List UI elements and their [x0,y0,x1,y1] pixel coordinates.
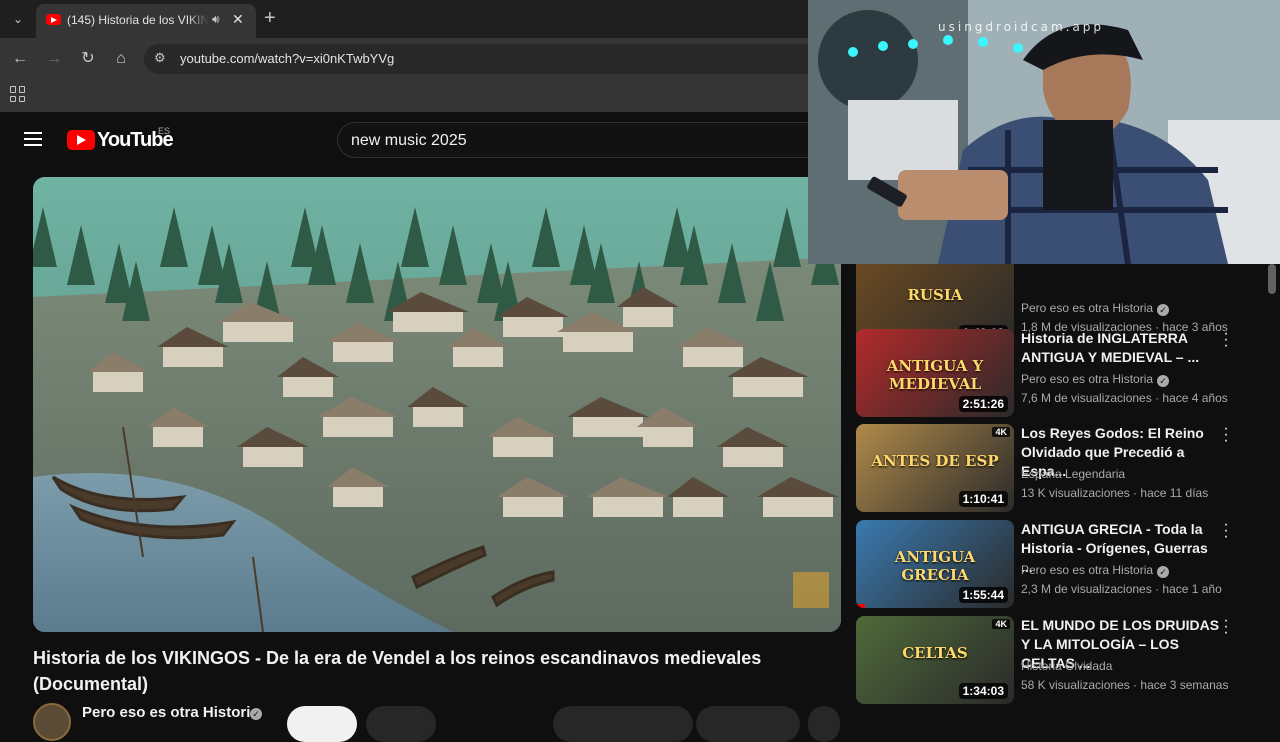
new-tab-button[interactable]: + [264,7,276,29]
verified-check-icon: ✓ [1157,375,1170,387]
site-info-icon[interactable]: ⚙ [154,50,166,66]
recommendation-channel[interactable]: Pero eso es otra Historia ✓ [1021,563,1170,578]
verified-check-icon: ✓ [1157,304,1170,316]
video-thumbnail[interactable]: ANTIGUA Y MEDIEVAL 2:51:26 [856,329,1014,417]
recommendation-meta: 2,3 M de visualizaciones · hace 1 año [1021,582,1222,596]
search-input[interactable]: new music 2025 [337,122,817,158]
like-dislike-button[interactable] [553,706,693,742]
browser-tab-strip: ⌄ (145) Historia de los VIKINGOS 🔊︎ ✕ + [0,0,808,38]
recommendation-channel[interactable]: Historia Olvidada [1021,659,1112,673]
recommendation-meta: 58 K visualizaciones · hace 3 semanas [1021,678,1229,692]
tab-audio-icon[interactable]: 🔊︎ [212,12,220,27]
recommendation-channel-name[interactable]: Pero eso es otra Historia [1021,563,1153,577]
4k-badge: 4K [992,427,1010,437]
video-duration: 1:10:41 [958,491,1008,507]
recommendations-sidebar: RUSIA 1:49:02 Pero eso es otra Historia✓… [841,258,1280,720]
apps-grid-icon[interactable] [10,86,26,102]
recommendation-meta: 13 K visualizaciones · hace 11 días [1021,486,1209,500]
recommendation-channel-name[interactable]: España Legendaria [1021,467,1125,481]
thumbnail-caption: ANTES DE ESP [871,452,999,470]
recommendation-channel-name[interactable]: Historia Olvidada [1021,659,1112,673]
reload-icon[interactable]: ↻ [77,48,99,70]
tab-list-chevron-icon[interactable]: ⌄ [6,8,30,30]
recommendation-channel[interactable]: Pero eso es otra Historia ✓ [1021,301,1170,316]
home-icon[interactable]: ⌂ [110,48,132,70]
watch-progress-bar [856,604,866,608]
address-bar[interactable]: ⚙ youtube.com/watch?v=xi0nKTwbYVg [144,44,824,74]
video-frame-illustration [33,177,841,632]
recommendation-item[interactable]: ANTIGUA GRECIA 1:55:44 ANTIGUA GRECIA - … [856,517,1276,610]
back-arrow-icon[interactable]: ← [9,48,31,70]
thumbnail-caption: ANTIGUA Y MEDIEVAL [886,357,984,393]
hamburger-menu-icon[interactable] [24,132,42,146]
recommendation-item[interactable]: CELTAS 4K 1:34:03 EL MUNDO DE LOS DRUIDA… [856,613,1276,706]
join-button[interactable] [287,706,357,742]
video-thumbnail[interactable]: ANTIGUA GRECIA 1:55:44 [856,520,1014,608]
video-thumbnail[interactable]: CELTAS 4K 1:34:03 [856,616,1014,704]
webcam-person-image [808,0,1280,264]
more-options-icon[interactable]: · · · [1221,613,1231,641]
recommendation-meta: 7,6 M de visualizaciones · hace 4 años [1021,391,1228,405]
video-player[interactable] [33,177,841,632]
video-title: Historia de los VIKINGOS - De la era de … [33,648,762,694]
4k-badge: 4K [992,619,1010,629]
video-thumbnail[interactable]: ANTES DE ESP 4K 1:10:41 [856,424,1014,512]
youtube-logo-icon[interactable] [67,130,95,150]
youtube-favicon-icon [46,14,61,25]
channel-name-link[interactable]: Pero eso es otra Historia [82,704,259,721]
verified-check-icon: ✓ [250,708,262,720]
sidebar-scrollbar[interactable] [1268,264,1276,294]
thumbnail-caption: CELTAS [902,644,968,662]
thumbnail-caption: RUSIA [907,286,963,304]
video-duration: 1:34:03 [958,683,1008,699]
search-query-text[interactable]: new music 2025 [351,132,467,150]
browser-toolbar: ← → ↻ ⌂ ⚙ youtube.com/watch?v=xi0nKTwbYV… [0,38,824,80]
verified-check-icon: ✓ [1157,566,1170,578]
url-text[interactable]: youtube.com/watch?v=xi0nKTwbYVg [180,51,394,66]
recommendation-item[interactable]: ANTES DE ESP 4K 1:10:41 Los Reyes Godos:… [856,421,1276,514]
webcam-watermark: usingdroidcam.app [938,20,1105,34]
recommendation-channel[interactable]: Pero eso es otra Historia ✓ [1021,372,1170,387]
webcam-overlay: usingdroidcam.app [808,0,1280,264]
share-button[interactable] [696,706,800,742]
recommendation-title[interactable]: Historia de INGLATERRA ANTIGUA Y MEDIEVA… [1021,329,1221,367]
region-code: ES [158,126,171,136]
more-options-icon[interactable]: · · · [1221,326,1231,354]
video-duration: 2:51:26 [958,396,1008,412]
more-actions-button[interactable] [808,706,840,742]
browser-tab[interactable]: (145) Historia de los VIKINGOS 🔊︎ ✕ [36,4,256,38]
bookmarks-bar [0,80,808,112]
tab-title: (145) Historia de los VIKINGOS [67,13,209,27]
recommendation-channel-name[interactable]: Pero eso es otra Historia [1021,372,1153,386]
recommendation-channel-name[interactable]: Pero eso es otra Historia [1021,301,1153,315]
more-options-icon[interactable]: · · · [1221,517,1231,545]
thumbnail-caption: ANTIGUA GRECIA [894,548,976,584]
channel-avatar[interactable] [33,703,71,741]
recommendation-channel[interactable]: España Legendaria [1021,467,1125,481]
video-duration: 1:55:44 [958,587,1008,603]
forward-arrow-icon[interactable]: → [43,48,65,70]
subscribe-button[interactable] [366,706,436,742]
recommendation-item[interactable]: ANTIGUA Y MEDIEVAL 2:51:26 Historia de I… [856,326,1276,419]
youtube-header: YouTube ES new music 2025 [0,112,817,168]
tab-close-icon[interactable]: ✕ [232,11,244,28]
more-options-icon[interactable]: · · · [1221,421,1231,449]
